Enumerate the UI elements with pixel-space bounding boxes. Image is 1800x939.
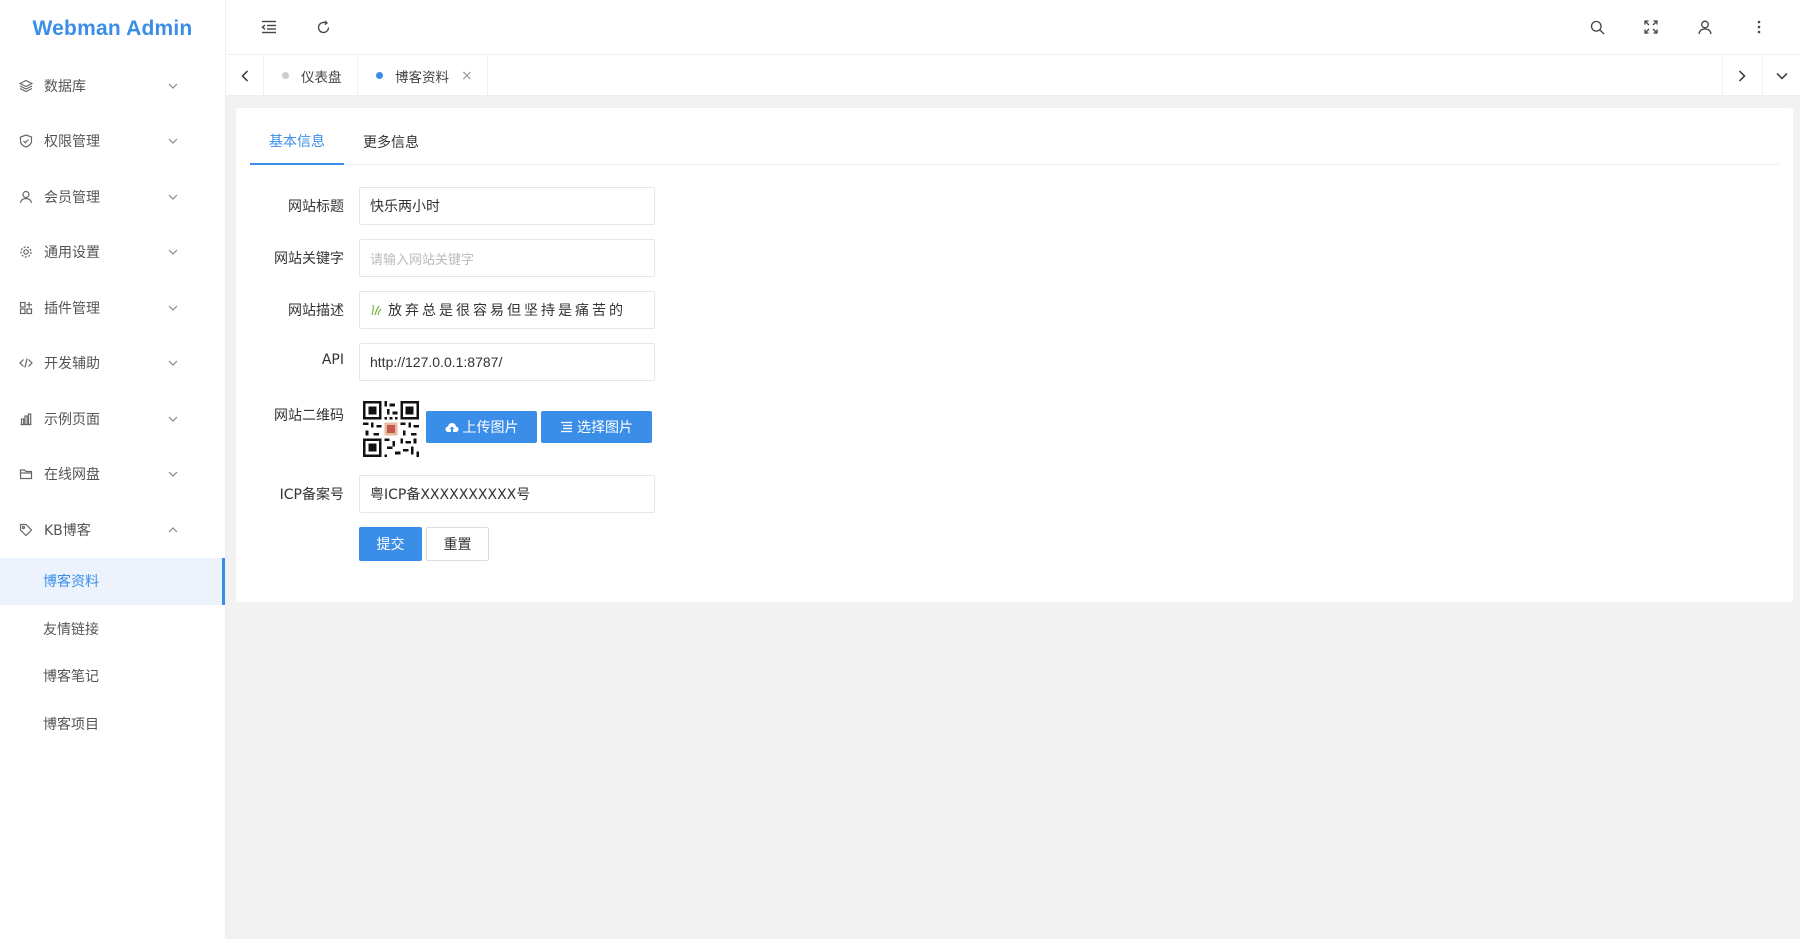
leaf-emoji-icon [370, 304, 382, 316]
chevron-down-icon [167, 413, 179, 425]
sidebar-item-plugins[interactable]: 插件管理 [0, 280, 225, 336]
site-title-label: 网站标题 [288, 199, 344, 215]
upload-image-label: 上传图片 [462, 420, 519, 436]
chevron-down-icon [167, 357, 179, 369]
sidebar-item-label: 插件管理 [44, 300, 100, 317]
icp-input[interactable]: 粤ICP备XXXXXXXXXX号 [359, 475, 655, 513]
api-input[interactable]: http://127.0.0.1:8787/ [359, 343, 655, 381]
sidebar-item-devtools[interactable]: 开发辅助 [0, 336, 225, 392]
tab-basic-info[interactable]: 基本信息 [250, 119, 344, 165]
topbar [226, 0, 1800, 55]
sidebar-item-label: 会员管理 [44, 189, 100, 206]
apps-icon [18, 300, 34, 316]
chevron-down-icon [167, 302, 179, 314]
user-icon[interactable] [1694, 16, 1716, 38]
sidebar-item-label: 示例页面 [44, 411, 100, 428]
fullscreen-icon[interactable] [1640, 16, 1662, 38]
user-icon [18, 189, 34, 205]
sidebar-subitem-friend-links[interactable]: 友情链接 [0, 605, 225, 653]
sidebar-item-label: 数据库 [44, 78, 86, 95]
tab-status-dot [376, 72, 383, 79]
sidebar-item-examples[interactable]: 示例页面 [0, 391, 225, 447]
sidebar-item-permission[interactable]: 权限管理 [0, 114, 225, 170]
tab-dashboard[interactable]: 仪表盘 [264, 55, 358, 96]
search-icon[interactable] [1586, 16, 1608, 38]
tab-blog-profile[interactable]: 博客资料 × [358, 55, 488, 96]
sidebar-item-database[interactable]: 数据库 [0, 58, 225, 114]
api-label: API [321, 352, 344, 368]
site-title-input[interactable]: 快乐两小时 [359, 187, 655, 225]
site-keywords-label: 网站关键字 [274, 251, 344, 267]
code-icon [18, 355, 34, 371]
sidebar-item-label: 通用设置 [44, 245, 100, 262]
more-vertical-icon[interactable] [1748, 16, 1770, 38]
tabs-dropdown-button[interactable] [1762, 55, 1800, 96]
form-tabs: 基本信息 更多信息 [250, 119, 1779, 165]
sidebar-item-members[interactable]: 会员管理 [0, 169, 225, 225]
chevron-down-icon [167, 80, 179, 92]
chevron-down-icon [167, 135, 179, 147]
cloud-upload-icon [445, 422, 458, 432]
submit-button[interactable]: 提交 [359, 527, 422, 561]
sidebar-menu: 数据库 权限管理 会员管理 通用设置 插件管理 开发辅助 示例页面 在线网盘 K… [0, 58, 225, 558]
tab-status-dot [282, 72, 289, 79]
sidebar-subitem-blog-projects[interactable]: 博客项目 [0, 700, 225, 748]
tabs-next-button[interactable] [1722, 55, 1760, 96]
kb-blog-submenu: 博客资料 友情链接 博客笔记 博客项目 [0, 557, 225, 748]
close-icon[interactable]: × [461, 68, 473, 84]
gear-icon [18, 244, 34, 260]
sidebar-item-label: 权限管理 [44, 134, 100, 151]
chevron-down-icon [167, 191, 179, 203]
tabs-prev-button[interactable] [226, 55, 264, 96]
sidebar: Webman Admin 数据库 权限管理 会员管理 通用设置 插件管理 开发辅… [0, 0, 226, 939]
refresh-icon[interactable] [312, 16, 334, 38]
sidebar-subitem-blog-profile[interactable]: 博客资料 [0, 557, 225, 605]
upload-image-button[interactable]: 上传图片 [426, 411, 537, 443]
sidebar-item-label: 在线网盘 [44, 467, 100, 484]
app-logo: Webman Admin [32, 17, 193, 40]
tabs-bar: 仪表盘 博客资料 × [226, 55, 1800, 96]
sidebar-item-netdisk[interactable]: 在线网盘 [0, 447, 225, 503]
icp-label: ICP备案号 [279, 487, 344, 503]
reset-button[interactable]: 重置 [426, 527, 489, 561]
site-qrcode-label: 网站二维码 [274, 408, 344, 424]
tab-label: 仪表盘 [301, 69, 342, 86]
chart-icon [18, 411, 34, 427]
tag-icon [18, 522, 34, 538]
layers-icon [18, 78, 34, 94]
select-image-label: 选择图片 [577, 420, 633, 436]
tab-label: 博客资料 [395, 69, 449, 86]
content-card: 基本信息 更多信息 网站标题 快乐两小时 网站关键字 请输入网站关键字 网站描述… [236, 108, 1793, 602]
sidebar-subitem-blog-notes[interactable]: 博客笔记 [0, 653, 225, 701]
site-keywords-input[interactable]: 请输入网站关键字 [359, 239, 655, 277]
chevron-down-icon [167, 246, 179, 258]
chevron-up-icon [167, 524, 179, 536]
site-description-input[interactable]: 放弃总是很容易但坚持是痛苦的 [359, 291, 655, 329]
site-description-label: 网站描述 [288, 303, 344, 319]
sidebar-item-kb-blog[interactable]: KB博客 [0, 502, 225, 558]
qr-code-image [363, 401, 419, 457]
shield-check-icon [18, 133, 34, 149]
menu-fold-icon[interactable] [258, 16, 280, 38]
select-image-button[interactable]: 选择图片 [541, 411, 652, 443]
chevron-down-icon [167, 468, 179, 480]
tab-more-info[interactable]: 更多信息 [344, 119, 438, 165]
site-description-text: 放弃总是很容易但坚持是痛苦的 [388, 303, 626, 319]
folder-icon [18, 466, 34, 482]
sidebar-item-label: 开发辅助 [44, 356, 100, 373]
list-icon [561, 421, 572, 433]
sidebar-item-label: KB博客 [44, 522, 91, 539]
sidebar-item-settings[interactable]: 通用设置 [0, 225, 225, 281]
